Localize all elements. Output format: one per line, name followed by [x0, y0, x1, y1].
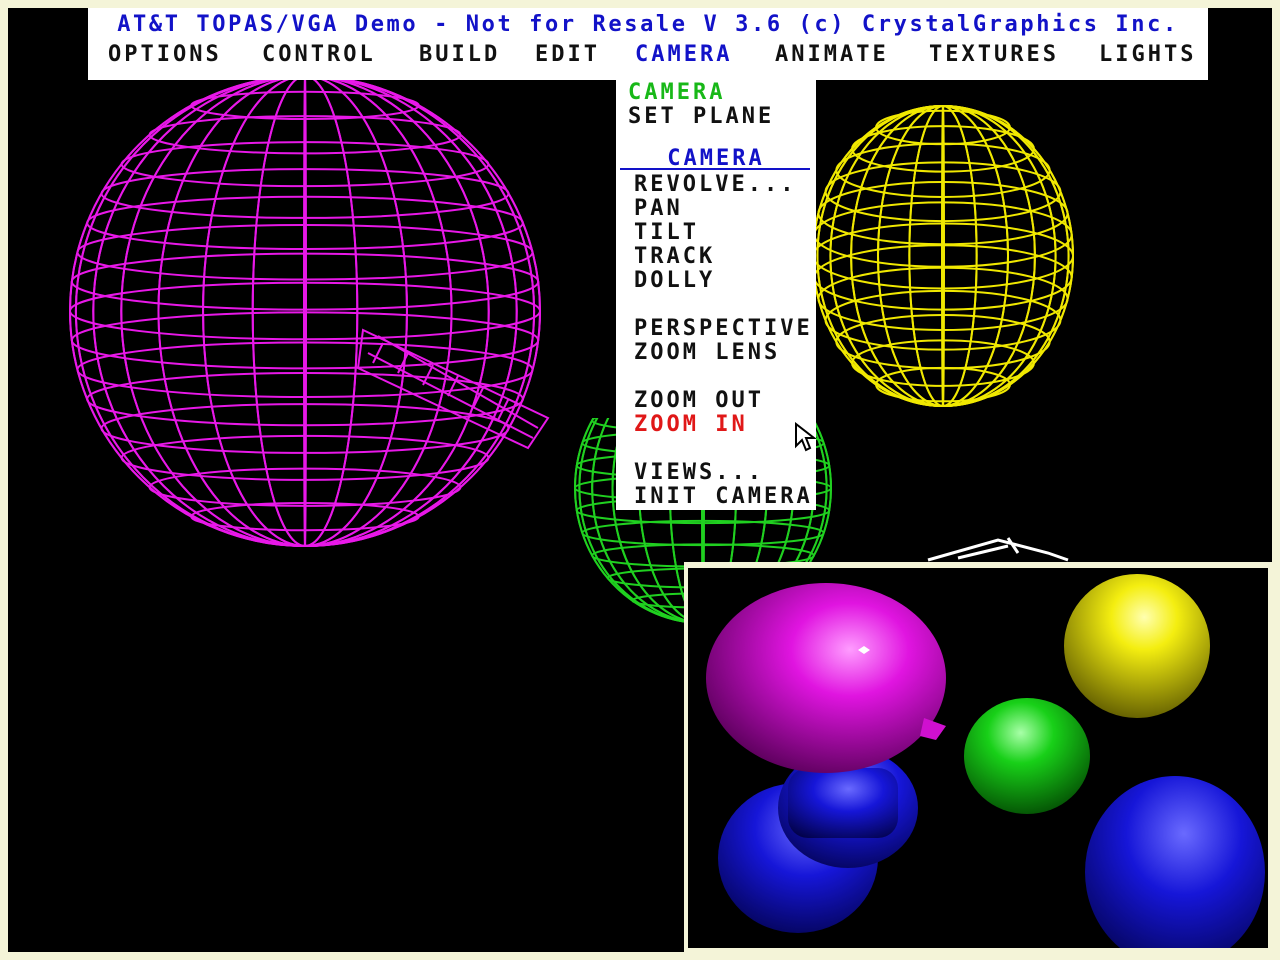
menu-item-dolly[interactable]: DOLLY: [634, 268, 715, 293]
set-plane-option[interactable]: SET PLANE: [628, 104, 774, 129]
menu-lights[interactable]: LIGHTS: [1099, 42, 1196, 67]
render-preview-window: [684, 562, 1272, 952]
dropdown-divider: [620, 168, 810, 170]
menu-item-views[interactable]: VIEWS...: [634, 460, 764, 485]
menu-item-zoom-out[interactable]: ZOOM OUT: [634, 388, 764, 413]
menu-camera[interactable]: CAMERA: [635, 42, 732, 67]
menu-bar: OPTIONS CONTROL BUILD EDIT CAMERA ANIMAT…: [88, 42, 1208, 74]
menu-edit[interactable]: EDIT: [535, 42, 600, 67]
rendered-blue-sphere-right: [1085, 776, 1265, 952]
menu-item-pan[interactable]: PAN: [634, 196, 683, 221]
menu-item-zoom-in[interactable]: ZOOM IN: [634, 412, 748, 437]
menu-item-revolve[interactable]: REVOLVE...: [634, 172, 796, 197]
rendered-scene: [706, 574, 1265, 952]
wireframe-yellow-sphere[interactable]: [812, 105, 1074, 407]
rendered-magenta-sphere: [706, 583, 946, 773]
menu-animate[interactable]: ANIMATE: [775, 42, 889, 67]
menu-control[interactable]: CONTROL: [262, 42, 376, 67]
menu-build[interactable]: BUILD: [419, 42, 500, 67]
camera-dropdown-menu: CAMERA SET PLANE CAMERA REVOLVE... PAN T…: [616, 80, 816, 510]
rendered-yellow-sphere: [1064, 574, 1210, 718]
menu-item-perspective[interactable]: PERSPECTIVE: [634, 316, 813, 341]
title-bar: AT&T TOPAS/VGA Demo - Not for Resale V 3…: [88, 8, 1208, 80]
app-title: AT&T TOPAS/VGA Demo - Not for Resale V 3…: [117, 12, 1179, 37]
rendered-green-sphere: [964, 698, 1090, 814]
dropdown-header: CAMERA: [628, 80, 726, 105]
menu-item-track[interactable]: TRACK: [634, 244, 715, 269]
screen: AT&T TOPAS/VGA Demo - Not for Resale V 3…: [8, 8, 1272, 952]
mouse-pointer-icon: [795, 422, 816, 452]
menu-item-tilt[interactable]: TILT: [634, 220, 699, 245]
menu-textures[interactable]: TEXTURES: [929, 42, 1059, 67]
wireframe-magenta-sphere[interactable]: [69, 75, 550, 547]
menu-options[interactable]: OPTIONS: [108, 42, 222, 67]
rendered-blue-object: [718, 748, 918, 933]
menu-item-init-camera[interactable]: INIT CAMERA: [634, 484, 813, 509]
rendered-magenta-nozzle: [920, 718, 946, 740]
menu-item-zoom-lens[interactable]: ZOOM LENS: [634, 340, 780, 365]
wireframe-white-object[interactable]: [927, 537, 1069, 562]
